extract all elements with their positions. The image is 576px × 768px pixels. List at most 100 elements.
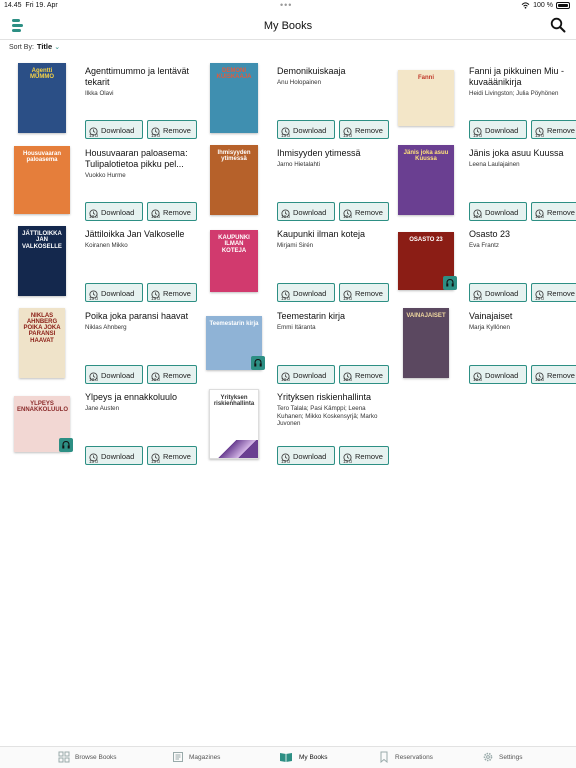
open-book-icon (280, 753, 292, 762)
cover-title: YLPEYS ENNAKKOLUULO (17, 401, 68, 414)
remove-button[interactable]: 13 d Remove (339, 446, 389, 465)
tab-browse-books[interactable]: Browse Books (58, 751, 117, 763)
tab-reservations[interactable]: Reservations (378, 751, 433, 763)
remove-button[interactable]: 13 d Remove (147, 120, 197, 139)
book-title[interactable]: Poika joka paransi haavat (85, 311, 197, 322)
tab-label: Browse Books (75, 753, 117, 761)
book-cover[interactable]: Housuvaaran paloasema (12, 144, 72, 216)
book-cover[interactable]: Agentti MUMMO (12, 62, 72, 134)
remove-button[interactable]: 13 d Remove (147, 201, 197, 221)
cover-art: DEMONI KUISKAAJA (210, 63, 258, 133)
book-title[interactable]: Fanni ja pikkuinen Miu -kuvaäänikirja (469, 66, 576, 88)
book-title[interactable]: Agenttimummo ja lentävät tekarit (85, 66, 197, 88)
download-button[interactable]: 13 d Download (469, 201, 527, 221)
remove-button[interactable]: 13 d Remove (147, 446, 197, 465)
remove-button[interactable]: 13 d Remove (147, 364, 197, 384)
loan-days: 13 d (89, 214, 98, 219)
book-cover[interactable]: DEMONI KUISKAAJA (204, 62, 264, 134)
download-button[interactable]: 13 d Download (277, 283, 335, 302)
book-cover[interactable]: Ihmisyyden ytimessä (204, 144, 264, 216)
download-button[interactable]: 13 d Download (469, 364, 527, 384)
book-cover[interactable]: NIKLAS AHNBERG POIKA JOKA PARANSI HAAVAT (12, 307, 72, 379)
list-item[interactable]: KAUPUNKI ILMAN KOTEJA Kaupunki ilman kot… (192, 221, 389, 302)
clock-icon (535, 123, 544, 136)
download-button[interactable]: 13 d Download (277, 364, 335, 384)
list-item[interactable]: Agentti MUMMO Agenttimummo ja lentävät t… (0, 58, 197, 139)
book-cover[interactable]: VAINAJAISET (396, 307, 456, 379)
list-item[interactable]: Ihmisyyden ytimessä Ihmisyyden ytimessä … (192, 140, 389, 221)
book-title[interactable]: Jättiloikka Jan Valkoselle (85, 229, 197, 240)
remove-button[interactable]: 13 d Remove (531, 201, 576, 221)
clock-icon (151, 286, 160, 299)
list-item[interactable]: VAINAJAISET Vainajaiset Marja Kyllönen 1… (384, 303, 576, 384)
book-title[interactable]: Vainajaiset (469, 311, 576, 322)
list-item[interactable]: Housuvaaran paloasema Housuvaaran paloas… (0, 140, 197, 221)
loan-days: 13 d (343, 295, 352, 301)
book-cover[interactable]: Yrityksen riskienhallinta (204, 388, 264, 460)
book-actions: 13 d Download 13 d Remove (85, 201, 197, 221)
download-button[interactable]: 13 d Download (469, 120, 527, 139)
list-item[interactable]: Fanni Fanni ja pikkuinen Miu -kuvaääniki… (384, 58, 576, 139)
multitasking-dots-icon[interactable]: ••• (280, 0, 292, 10)
list-item[interactable]: Jänis joka asuu Kuussa Jänis joka asuu K… (384, 140, 576, 221)
book-cover[interactable]: KAUPUNKI ILMAN KOTEJA (204, 225, 264, 297)
download-button[interactable]: 13 d Download (85, 446, 143, 465)
book-cover[interactable]: Jänis joka asuu Kuussa (396, 144, 456, 216)
download-button[interactable]: 13 d Download (277, 201, 335, 221)
book-cover[interactable]: Fanni (396, 62, 456, 134)
remove-button[interactable]: 13 d Remove (339, 120, 389, 139)
download-button[interactable]: 13 d Download (85, 283, 143, 302)
download-button[interactable]: 13 d Download (85, 201, 143, 221)
book-cover[interactable]: Teemestarin kirja (204, 307, 265, 379)
list-item[interactable]: JÄTTILOIKKA JAN VALKOSELLE Jättiloikka J… (0, 221, 197, 302)
book-title[interactable]: Yrityksen riskienhallinta (277, 392, 389, 403)
tab-settings[interactable]: Settings (482, 751, 523, 763)
download-button[interactable]: 13 d Download (85, 120, 143, 139)
loan-days: 13 d (473, 295, 482, 301)
list-item[interactable]: OSASTO 23 Osasto 23 Eva Frantz 13 d Down… (384, 221, 576, 302)
loan-days: 13 d (535, 132, 544, 138)
page-title: My Books (263, 20, 313, 32)
download-button[interactable]: 13 d Download (469, 283, 527, 302)
list-item[interactable]: DEMONI KUISKAAJA Demonikuiskaaja Anu Hol… (192, 58, 389, 139)
download-button[interactable]: 13 d Download (85, 364, 143, 384)
remove-button[interactable]: 13 d Remove (339, 364, 389, 384)
book-info: Jättiloikka Jan Valkoselle Koiranen Mikk… (85, 229, 197, 250)
book-title[interactable]: Demonikuiskaaja (277, 66, 389, 77)
book-title[interactable]: Osasto 23 (469, 229, 576, 240)
clock-icon (281, 286, 290, 299)
book-title[interactable]: Housuvaaran paloasema: Tulipalotietoa pi… (85, 148, 197, 170)
book-cover[interactable]: OSASTO 23 (396, 225, 457, 297)
tab-my-books[interactable]: My Books (278, 751, 328, 763)
list-item[interactable]: Teemestarin kirja Teemestarin kirja Emmi… (192, 303, 389, 384)
download-button[interactable]: 13 d Download (277, 120, 335, 139)
book-cover[interactable]: YLPEYS ENNAKKOLUULO (12, 388, 73, 460)
list-item[interactable]: YLPEYS ENNAKKOLUULO Ylpeys ja ennakkoluu… (0, 384, 197, 465)
remove-button[interactable]: 13 d Remove (147, 283, 197, 302)
download-label: Download (293, 452, 327, 461)
book-info: Poika joka paransi haavat Niklas Ahnberg (85, 311, 197, 332)
remove-button[interactable]: 13 d Remove (531, 283, 576, 302)
list-item[interactable]: Yrityksen riskienhallinta Yrityksen risk… (192, 384, 389, 465)
book-info: Kaupunki ilman koteja Mirjami Sirén (277, 229, 389, 250)
book-title[interactable]: Ylpeys ja ennakkoluulo (85, 392, 197, 403)
list-item[interactable]: NIKLAS AHNBERG POIKA JOKA PARANSI HAAVAT… (0, 303, 197, 384)
chevron-down-icon[interactable]: ⌄ (54, 44, 60, 51)
sort-control[interactable]: Sort By: Title ⌄ (9, 42, 60, 51)
sort-value[interactable]: Title (37, 42, 52, 51)
book-title[interactable]: Teemestarin kirja (277, 311, 389, 322)
magazine-icon (173, 752, 183, 762)
download-button[interactable]: 13 d Download (277, 446, 335, 465)
tab-magazines[interactable]: Magazines (172, 751, 220, 763)
remove-label: Remove (355, 370, 383, 380)
book-title[interactable]: Kaupunki ilman koteja (277, 229, 389, 240)
search-icon[interactable] (550, 17, 566, 33)
remove-button[interactable]: 13 d Remove (531, 120, 576, 139)
remove-button[interactable]: 13 d Remove (339, 283, 389, 302)
remove-button[interactable]: 13 d Remove (339, 201, 389, 221)
book-title[interactable]: Ihmisyyden ytimessä (277, 148, 389, 159)
remove-button[interactable]: 13 d Remove (531, 364, 576, 384)
book-cover[interactable]: JÄTTILOIKKA JAN VALKOSELLE (12, 225, 72, 297)
clock-icon (535, 368, 544, 381)
book-title[interactable]: Jänis joka asuu Kuussa (469, 148, 576, 159)
